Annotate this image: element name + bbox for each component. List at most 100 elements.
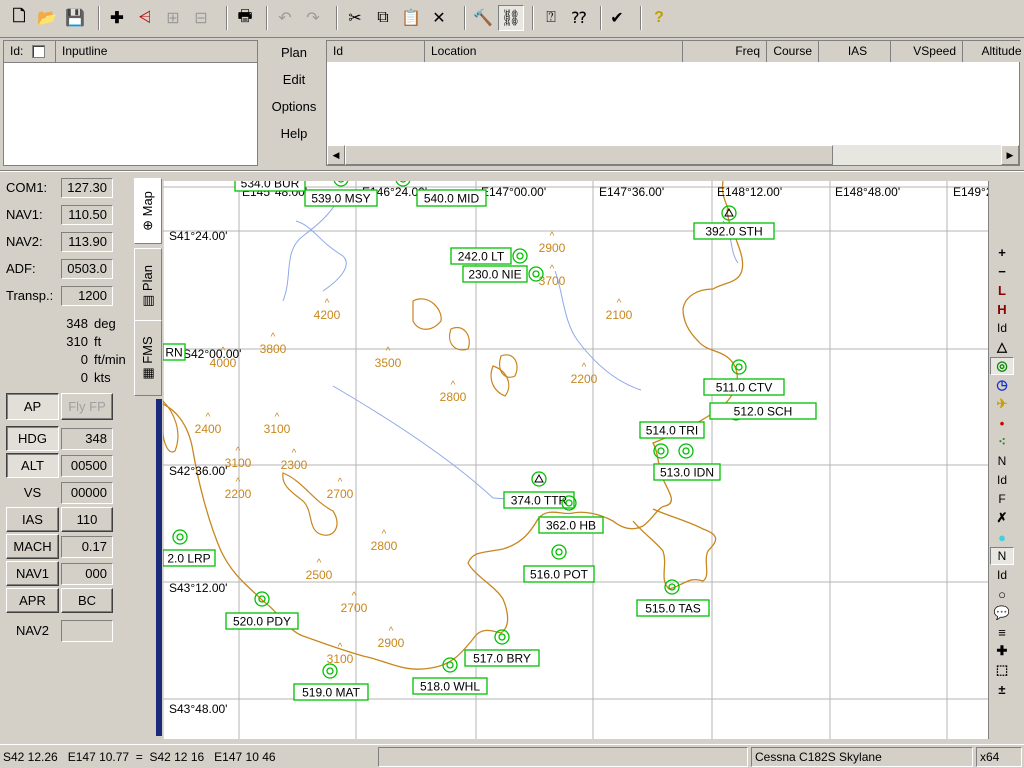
alt-mode-button[interactable]: ALT: [6, 453, 59, 478]
id-checkbox[interactable]: [32, 45, 45, 58]
clock-toggle[interactable]: ◷: [990, 376, 1014, 394]
column-course[interactable]: Course: [767, 41, 819, 62]
redo-button[interactable]: ↷: [300, 5, 326, 31]
column-vspeed[interactable]: VSpeed: [891, 41, 963, 62]
tab-fms[interactable]: ▦ FMS: [134, 320, 162, 396]
ias-value-button[interactable]: 110: [61, 507, 113, 532]
add-button[interactable]: ✚: [104, 5, 130, 31]
cross-toggle[interactable]: ✗: [990, 509, 1014, 527]
id-header[interactable]: Id:: [4, 41, 56, 62]
nav1-frequency-field[interactable]: 110.50: [61, 205, 113, 225]
add-wpt-button[interactable]: ⩤: [132, 5, 158, 31]
about-button[interactable]: ?: [646, 5, 672, 31]
whats-this-button[interactable]: ⁇: [566, 5, 592, 31]
paste-button[interactable]: 📋: [398, 5, 424, 31]
vs-value-field[interactable]: 00000: [61, 482, 113, 504]
frequency-box-toggle[interactable]: F: [990, 490, 1014, 508]
circle-toggle[interactable]: ○: [990, 585, 1014, 603]
ias-mode-button[interactable]: IAS: [6, 507, 59, 532]
cut-button[interactable]: ✂: [342, 5, 368, 31]
multi-dot-toggle[interactable]: ⁖: [990, 433, 1014, 451]
adf-frequency-field[interactable]: 0503.0: [61, 259, 113, 279]
apr-mode-button[interactable]: APR: [6, 588, 59, 613]
transp-frequency-field[interactable]: 1200: [61, 286, 113, 306]
horizontal-scrollbar[interactable]: ◀ ▶: [327, 145, 1019, 165]
column-id[interactable]: Id: [327, 41, 425, 62]
column-altitude[interactable]: Altitude: [963, 41, 1024, 62]
map-canvas[interactable]: ^2900^3700^4200^2100^3800^4000^3500 ^2200…: [163, 181, 988, 739]
new-button[interactable]: 🗋: [6, 5, 32, 31]
zoom-in-toggle[interactable]: +: [990, 243, 1014, 261]
nav2-frequency-field[interactable]: 113.90: [61, 232, 113, 252]
airport-toggle[interactable]: ✈: [990, 395, 1014, 413]
navaid[interactable]: 2.0 LRP: [163, 529, 216, 567]
fly-flightplan-button[interactable]: Fly FP: [61, 393, 113, 420]
dashed-box-toggle[interactable]: ⬚: [990, 661, 1014, 679]
north-toggle[interactable]: N: [990, 452, 1014, 470]
help-box-button[interactable]: ⍰: [538, 5, 564, 31]
mach-value-field[interactable]: 0.17: [61, 536, 113, 558]
column-freq[interactable]: Freq: [683, 41, 767, 62]
menu-plan[interactable]: Plan: [266, 44, 322, 62]
com1-frequency-field[interactable]: 127.30: [61, 178, 113, 198]
delete-button[interactable]: ✕: [426, 5, 452, 31]
dot-toggle[interactable]: •: [990, 414, 1014, 432]
open-button[interactable]: 📂: [34, 5, 60, 31]
navaid[interactable]: 519.0 MAT: [293, 663, 369, 701]
navaid[interactable]: 511.0 CTV: [703, 359, 785, 396]
navaid[interactable]: 374.0 TTR: [503, 471, 575, 509]
navaid[interactable]: 516.0 POT: [523, 544, 595, 583]
high-airway-toggle[interactable]: H: [990, 300, 1014, 318]
alt-value-field[interactable]: 00500: [61, 455, 113, 477]
navaid[interactable]: 534.0 BUR: [234, 181, 306, 192]
apr-value-button[interactable]: BC: [61, 588, 113, 613]
ndb-toggle[interactable]: ◎: [990, 357, 1014, 375]
save-button[interactable]: 💾: [62, 5, 88, 31]
scroll-left-button[interactable]: ◀: [327, 145, 345, 165]
navaid[interactable]: 514.0 TRI: [639, 421, 705, 459]
crosshair-toggle[interactable]: ✚: [990, 642, 1014, 660]
lines-toggle[interactable]: ≡: [990, 623, 1014, 641]
print-button[interactable]: 🖶: [232, 5, 258, 31]
navaid[interactable]: 512.0 SCH: [709, 402, 817, 421]
undo-button[interactable]: ↶: [272, 5, 298, 31]
zoom-out-toggle[interactable]: −: [990, 262, 1014, 280]
tab-map[interactable]: ⊕ Map: [134, 178, 162, 244]
scroll-right-button[interactable]: ▶: [1001, 145, 1019, 165]
ident-toggle[interactable]: Id: [990, 319, 1014, 337]
mach-mode-button[interactable]: MACH: [6, 534, 59, 559]
tab-plan[interactable]: ▤ Plan: [134, 248, 162, 324]
low-airway-toggle[interactable]: L: [990, 281, 1014, 299]
navaid[interactable]: 230.0 NIE: [462, 265, 544, 283]
nav1-mode-button[interactable]: NAV1: [6, 561, 59, 586]
copy-button[interactable]: ⧉: [370, 5, 396, 31]
nav2-value-field[interactable]: [61, 620, 113, 642]
menu-edit[interactable]: Edit: [266, 71, 322, 89]
ident-plain-toggle[interactable]: Id: [990, 566, 1014, 584]
navaid[interactable]: 392.0 STH: [693, 205, 775, 240]
ins-after-button[interactable]: ⊟: [188, 5, 214, 31]
ins-before-button[interactable]: ⊞: [160, 5, 186, 31]
inputline-panel[interactable]: Id: Inputline: [3, 40, 258, 166]
column-location[interactable]: Location: [425, 41, 683, 62]
hammer-button[interactable]: 🔨: [470, 5, 496, 31]
scroll-thumb[interactable]: [345, 145, 833, 165]
menu-options[interactable]: Options: [266, 98, 322, 116]
nav1-value-field[interactable]: 000: [61, 563, 113, 585]
navaid[interactable]: 515.0 TAS: [636, 579, 710, 617]
vor-triangle-toggle[interactable]: △: [990, 338, 1014, 356]
plus-minus-toggle[interactable]: ±: [990, 680, 1014, 698]
cyan-circle-toggle[interactable]: ●: [990, 528, 1014, 546]
speech-bubble-toggle[interactable]: 💬: [990, 604, 1014, 622]
navaid[interactable]: 520.0 PDY: [225, 591, 299, 630]
navaid[interactable]: RN: [163, 343, 186, 361]
hdg-value-field[interactable]: 348: [61, 428, 113, 450]
hdg-mode-button[interactable]: HDG: [6, 426, 59, 451]
ident-box-toggle[interactable]: Id: [990, 471, 1014, 489]
column-ias[interactable]: IAS: [819, 41, 891, 62]
link-button[interactable]: ⛓: [498, 5, 524, 31]
autopilot-button[interactable]: AP: [6, 393, 59, 420]
approve-button[interactable]: ✔: [604, 5, 630, 31]
navaid[interactable]: 242.0 LT: [450, 247, 528, 265]
map-view[interactable]: ^ 2900 ^ 3700 ^ 4200 ^ 2100 ^ 3800 ^ 4000 ^ 3500 ^ 2200…: [163, 181, 988, 739]
